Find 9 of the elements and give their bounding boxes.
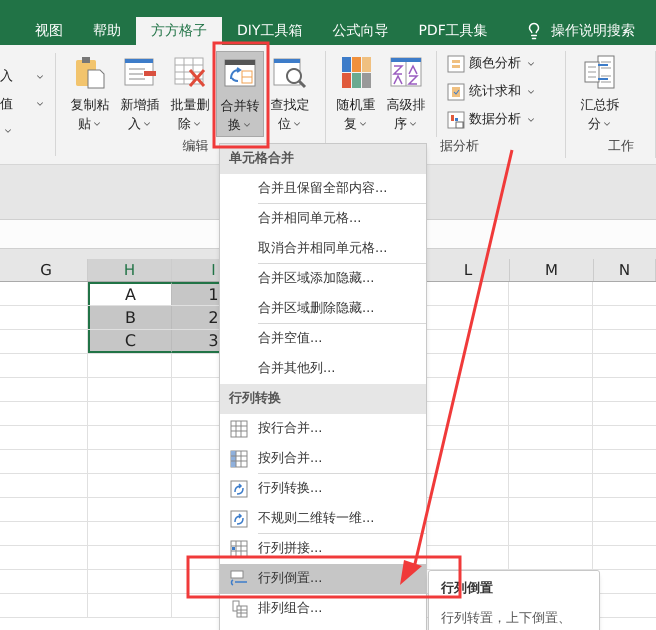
menu-section-header: 单元格合并 bbox=[220, 144, 426, 174]
table-cell: C bbox=[88, 330, 172, 353]
tooltip-text: 行列转置，上下倒置、 bbox=[441, 610, 572, 628]
group-label: 据分析 bbox=[440, 138, 479, 156]
table-cell: B bbox=[88, 306, 172, 329]
group-label: 工作 bbox=[608, 138, 634, 156]
menu-section-header: 行列转换 bbox=[220, 384, 426, 414]
group-label: 编辑 bbox=[182, 138, 208, 156]
table-cell: A bbox=[88, 282, 172, 305]
